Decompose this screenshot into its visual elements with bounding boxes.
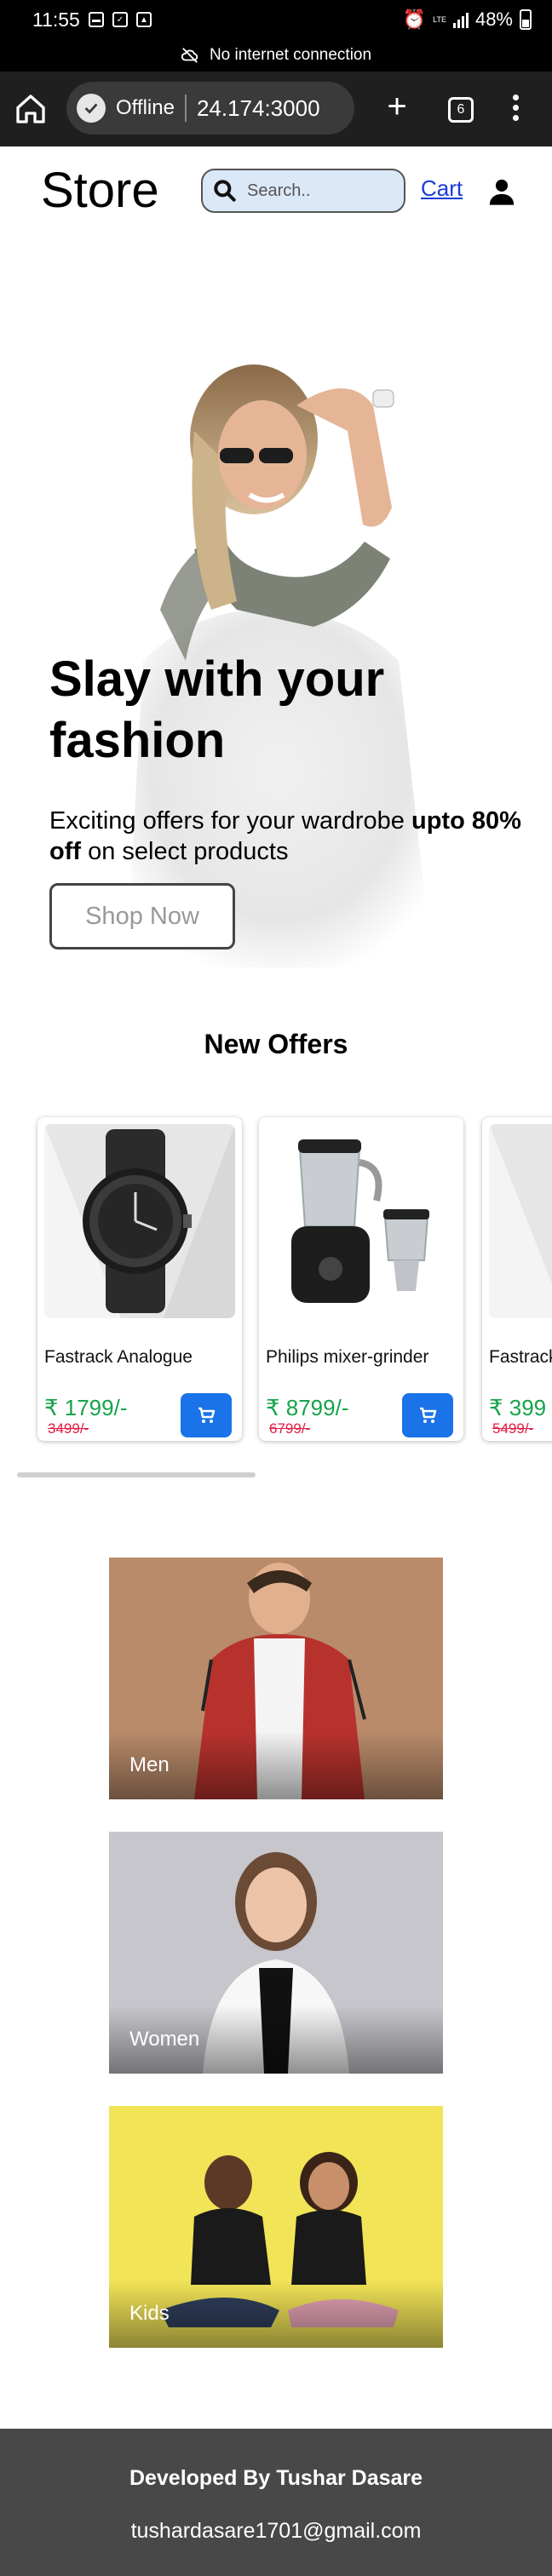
product-image[interactable] [266, 1124, 457, 1318]
notification-icons: ▬ ✓ ▲ [89, 12, 152, 27]
product-name[interactable]: Fastrack [489, 1347, 552, 1368]
product-old-price: 6799/- [269, 1420, 311, 1437]
offline-label: Offline [116, 96, 175, 119]
watch-icon [44, 1124, 235, 1318]
add-to-cart-button[interactable] [402, 1393, 453, 1437]
cart-icon [198, 1407, 216, 1423]
product-card[interactable]: Philips mixer-grinder ₹ 8799/- 6799/- [259, 1117, 463, 1441]
hero-subtitle: Exciting offers for your wardrobe upto 8… [49, 806, 526, 867]
check-notification-icon: ✓ [112, 12, 128, 27]
product-image[interactable] [44, 1124, 235, 1318]
offers-title: New Offers [204, 1029, 348, 1059]
lte-indicator: LTE [433, 15, 446, 24]
status-bar: 11:55 ▬ ✓ ▲ ⏰ LTE 48% [0, 0, 552, 39]
product-price: ₹ 8799/- [266, 1395, 349, 1420]
search-icon[interactable] [211, 177, 239, 204]
cart-icon [420, 1407, 437, 1423]
product-card[interactable]: Fastrack Analogue ₹ 1799/- 3499/- [37, 1117, 242, 1441]
category-kids[interactable]: Kids [109, 2106, 443, 2348]
footer-developer: Developed By Tushar Dasare [129, 2466, 423, 2490]
hero-subtitle-end: on select products [81, 838, 289, 865]
category-label[interactable]: Kids [129, 2302, 170, 2326]
search-input[interactable] [247, 181, 383, 201]
product-price: ₹ 399 [489, 1395, 547, 1420]
alarm-icon: ⏰ [402, 9, 427, 30]
offline-status-icon[interactable] [77, 94, 106, 123]
category-label[interactable]: Men [129, 1753, 170, 1777]
site-footer: Developed By Tushar Dasare tushardasare1… [0, 2429, 552, 2576]
status-time: 11:55 [32, 9, 80, 31]
browser-menu-icon[interactable] [503, 90, 528, 128]
mixer-grinder-icon [266, 1124, 457, 1318]
offers-carousel[interactable]: Fastrack Analogue ₹ 1799/- 3499/- Philip… [0, 1107, 552, 1448]
cart-link[interactable]: Cart [421, 175, 463, 202]
url-text[interactable]: 24.174:3000 [197, 95, 320, 122]
battery-percent: 48% [474, 9, 513, 30]
product-card[interactable]: Fastrack ₹ 399 5499/- [482, 1117, 552, 1441]
signal-icon [452, 11, 469, 28]
hero-subtitle-start: Exciting offers for your wardrobe [49, 807, 411, 835]
offline-banner-text: No internet connection [209, 46, 372, 64]
url-separator [184, 95, 187, 122]
add-to-cart-button[interactable] [181, 1393, 232, 1437]
product-old-price: 3499/- [48, 1420, 89, 1437]
address-bar[interactable]: Offline 24.174:3000 [66, 82, 354, 135]
app-notification-icon: ▬ [89, 12, 104, 27]
footer-email[interactable]: tushardasare1701@gmail.com [0, 2519, 552, 2544]
hero-title: Slay with your fashion [49, 651, 385, 768]
store-logo[interactable]: Store [41, 162, 159, 219]
carousel-scrollbar[interactable] [17, 1472, 256, 1477]
category-women[interactable]: Women [109, 1832, 443, 2074]
battery-icon [520, 9, 532, 30]
image-notification-icon: ▲ [136, 12, 152, 27]
product-image[interactable] [489, 1124, 552, 1318]
cloud-off-icon [181, 48, 198, 63]
site-header: Store Cart [0, 146, 552, 235]
hero-banner: Slay with your fashion Exciting offers f… [0, 235, 552, 984]
new-tab-icon[interactable]: + [380, 89, 414, 124]
tab-switcher-button[interactable]: 6 [448, 97, 474, 123]
category-label[interactable]: Women [129, 2028, 199, 2051]
category-men[interactable]: Men [109, 1558, 443, 1799]
user-icon[interactable] [487, 177, 516, 206]
search-box[interactable] [201, 169, 405, 213]
offline-banner: No internet connection [0, 39, 552, 72]
home-icon[interactable] [14, 92, 48, 126]
product-name[interactable]: Philips mixer-grinder [266, 1347, 428, 1368]
watch-icon [489, 1124, 552, 1318]
product-old-price: 5499/- [492, 1420, 534, 1437]
shop-now-button[interactable]: Shop Now [49, 883, 235, 950]
browser-toolbar: Offline 24.174:3000 + 6 [0, 72, 552, 146]
product-name[interactable]: Fastrack Analogue [44, 1347, 193, 1368]
product-price: ₹ 1799/- [44, 1395, 128, 1420]
